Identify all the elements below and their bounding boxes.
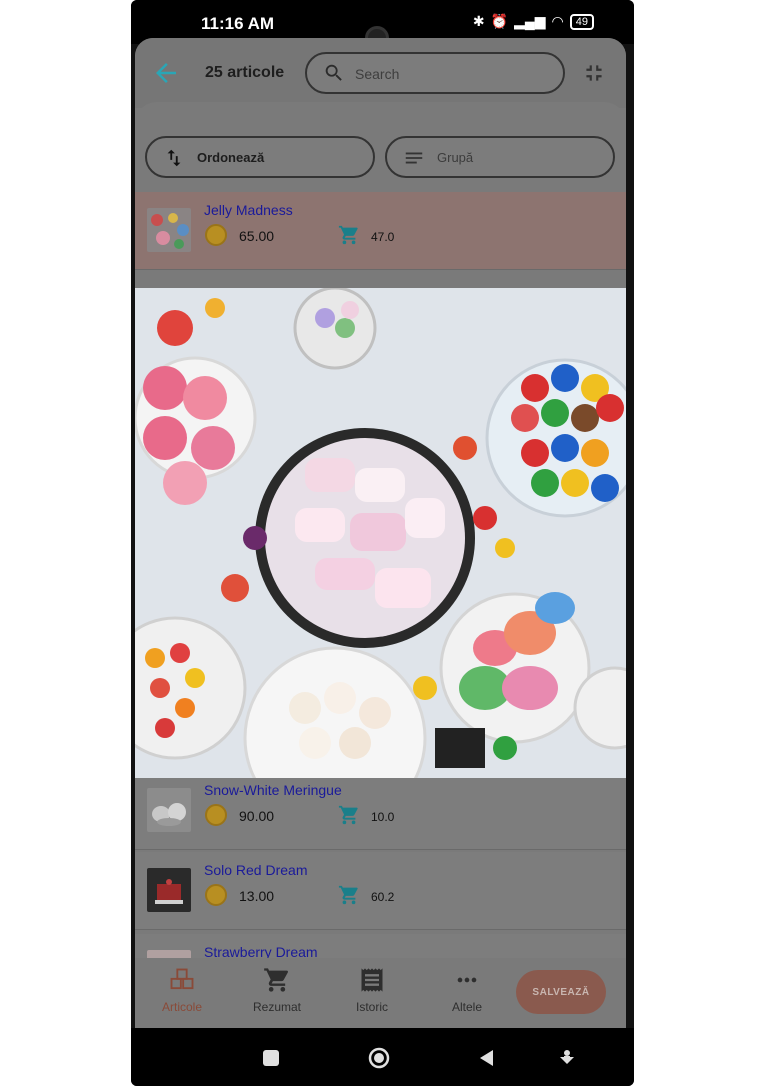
- product-name: Solo Red Dream: [204, 862, 308, 878]
- product-price: 90.00: [239, 808, 275, 824]
- search-icon: [325, 64, 342, 81]
- signal-icon: ▂▄▆: [514, 13, 546, 29]
- home-icon[interactable]: [367, 1046, 391, 1070]
- cart-icon: [338, 225, 358, 245]
- product-thumbnail: [147, 868, 191, 912]
- product-price: 65.00: [239, 228, 275, 244]
- nav-altele[interactable]: Altele: [432, 966, 502, 1022]
- cart-icon: [264, 968, 289, 992]
- back-nav-icon[interactable]: [475, 1046, 499, 1070]
- coin-icon: [205, 224, 227, 246]
- sort-button[interactable]: Ordonează: [145, 136, 375, 178]
- page-title: 25 articole: [205, 64, 285, 81]
- product-name: Snow-White Meringue: [204, 782, 342, 798]
- recents-icon[interactable]: [259, 1046, 283, 1070]
- cart-icon: [338, 805, 358, 825]
- product-thumbnail: [147, 208, 191, 252]
- boxes-icon: [170, 968, 194, 990]
- nav-label: Articole: [161, 1000, 202, 1014]
- group-label: Grupă: [437, 150, 474, 165]
- top-app-bar: 25 articole: [135, 38, 626, 108]
- status-icons: ✱ ⏰ ▂▄▆ ◠ 49: [473, 13, 594, 30]
- nav-istoric[interactable]: Istoric: [337, 966, 407, 1022]
- nav-label: Altele: [451, 1000, 483, 1014]
- bluetooth-icon: ✱: [472, 13, 485, 29]
- system-navigation-bar: [131, 1028, 634, 1086]
- coin-icon: [205, 804, 227, 826]
- nav-label: Istoric: [355, 1000, 388, 1014]
- collapse-icon: [586, 65, 602, 81]
- list-item[interactable]: Jelly Madness 65.00 47.0: [135, 192, 626, 270]
- receipt-icon: [361, 968, 383, 992]
- product-quantity: 10.0: [371, 810, 395, 824]
- collapse-button[interactable]: [581, 60, 607, 86]
- search-input[interactable]: [355, 64, 545, 84]
- product-quantity: 47.0: [371, 230, 395, 244]
- wifi-icon: ◠: [551, 13, 564, 29]
- list-item[interactable]: Solo Red Dream 13.00 60.2: [135, 852, 626, 930]
- product-list: Jelly Madness 65.00 47.0 Snow-White Meri…: [135, 192, 626, 1012]
- product-quantity: 60.2: [371, 890, 395, 904]
- phone-device: 11:16 AM ✱ ⏰ ▂▄▆ ◠ 49 25 articole Search…: [131, 0, 634, 1086]
- product-name: Jelly Madness: [204, 202, 293, 218]
- nav-rezumat[interactable]: Rezumat: [242, 966, 312, 1022]
- back-button[interactable]: [151, 58, 181, 88]
- more-icon: [457, 977, 477, 983]
- filter-bar: Ordonează Grupă: [135, 102, 626, 192]
- nav-articole[interactable]: Articole: [147, 966, 217, 1022]
- product-price: 13.00: [239, 888, 275, 904]
- alarm-icon: ⏰: [490, 13, 509, 29]
- product-thumbnail: [147, 788, 191, 832]
- sort-icon: [167, 149, 181, 167]
- list-item[interactable]: Snow-White Meringue 90.00 10.0: [135, 772, 626, 850]
- coin-icon: [205, 884, 227, 906]
- nav-label: Rezumat: [252, 1000, 302, 1014]
- bottom-navigation: Articole Rezumat Istoric Altele SALVEAZĂ: [135, 958, 626, 1028]
- battery-icon: 49: [569, 13, 594, 30]
- cart-icon: [338, 885, 358, 905]
- app-screen: 25 articole Ordonează Grupă: [135, 38, 626, 1028]
- lines-icon: [405, 152, 423, 164]
- keyboard-hide-icon[interactable]: [555, 1046, 579, 1070]
- group-filter-button[interactable]: Grupă: [385, 136, 615, 178]
- save-button[interactable]: SALVEAZĂ: [516, 970, 606, 1014]
- status-time: 11:16 AM: [201, 14, 275, 33]
- product-image-preview[interactable]: [135, 288, 626, 778]
- arrow-left-icon: [156, 63, 176, 83]
- sort-label: Ordonează: [197, 150, 265, 165]
- search-box[interactable]: [305, 52, 565, 94]
